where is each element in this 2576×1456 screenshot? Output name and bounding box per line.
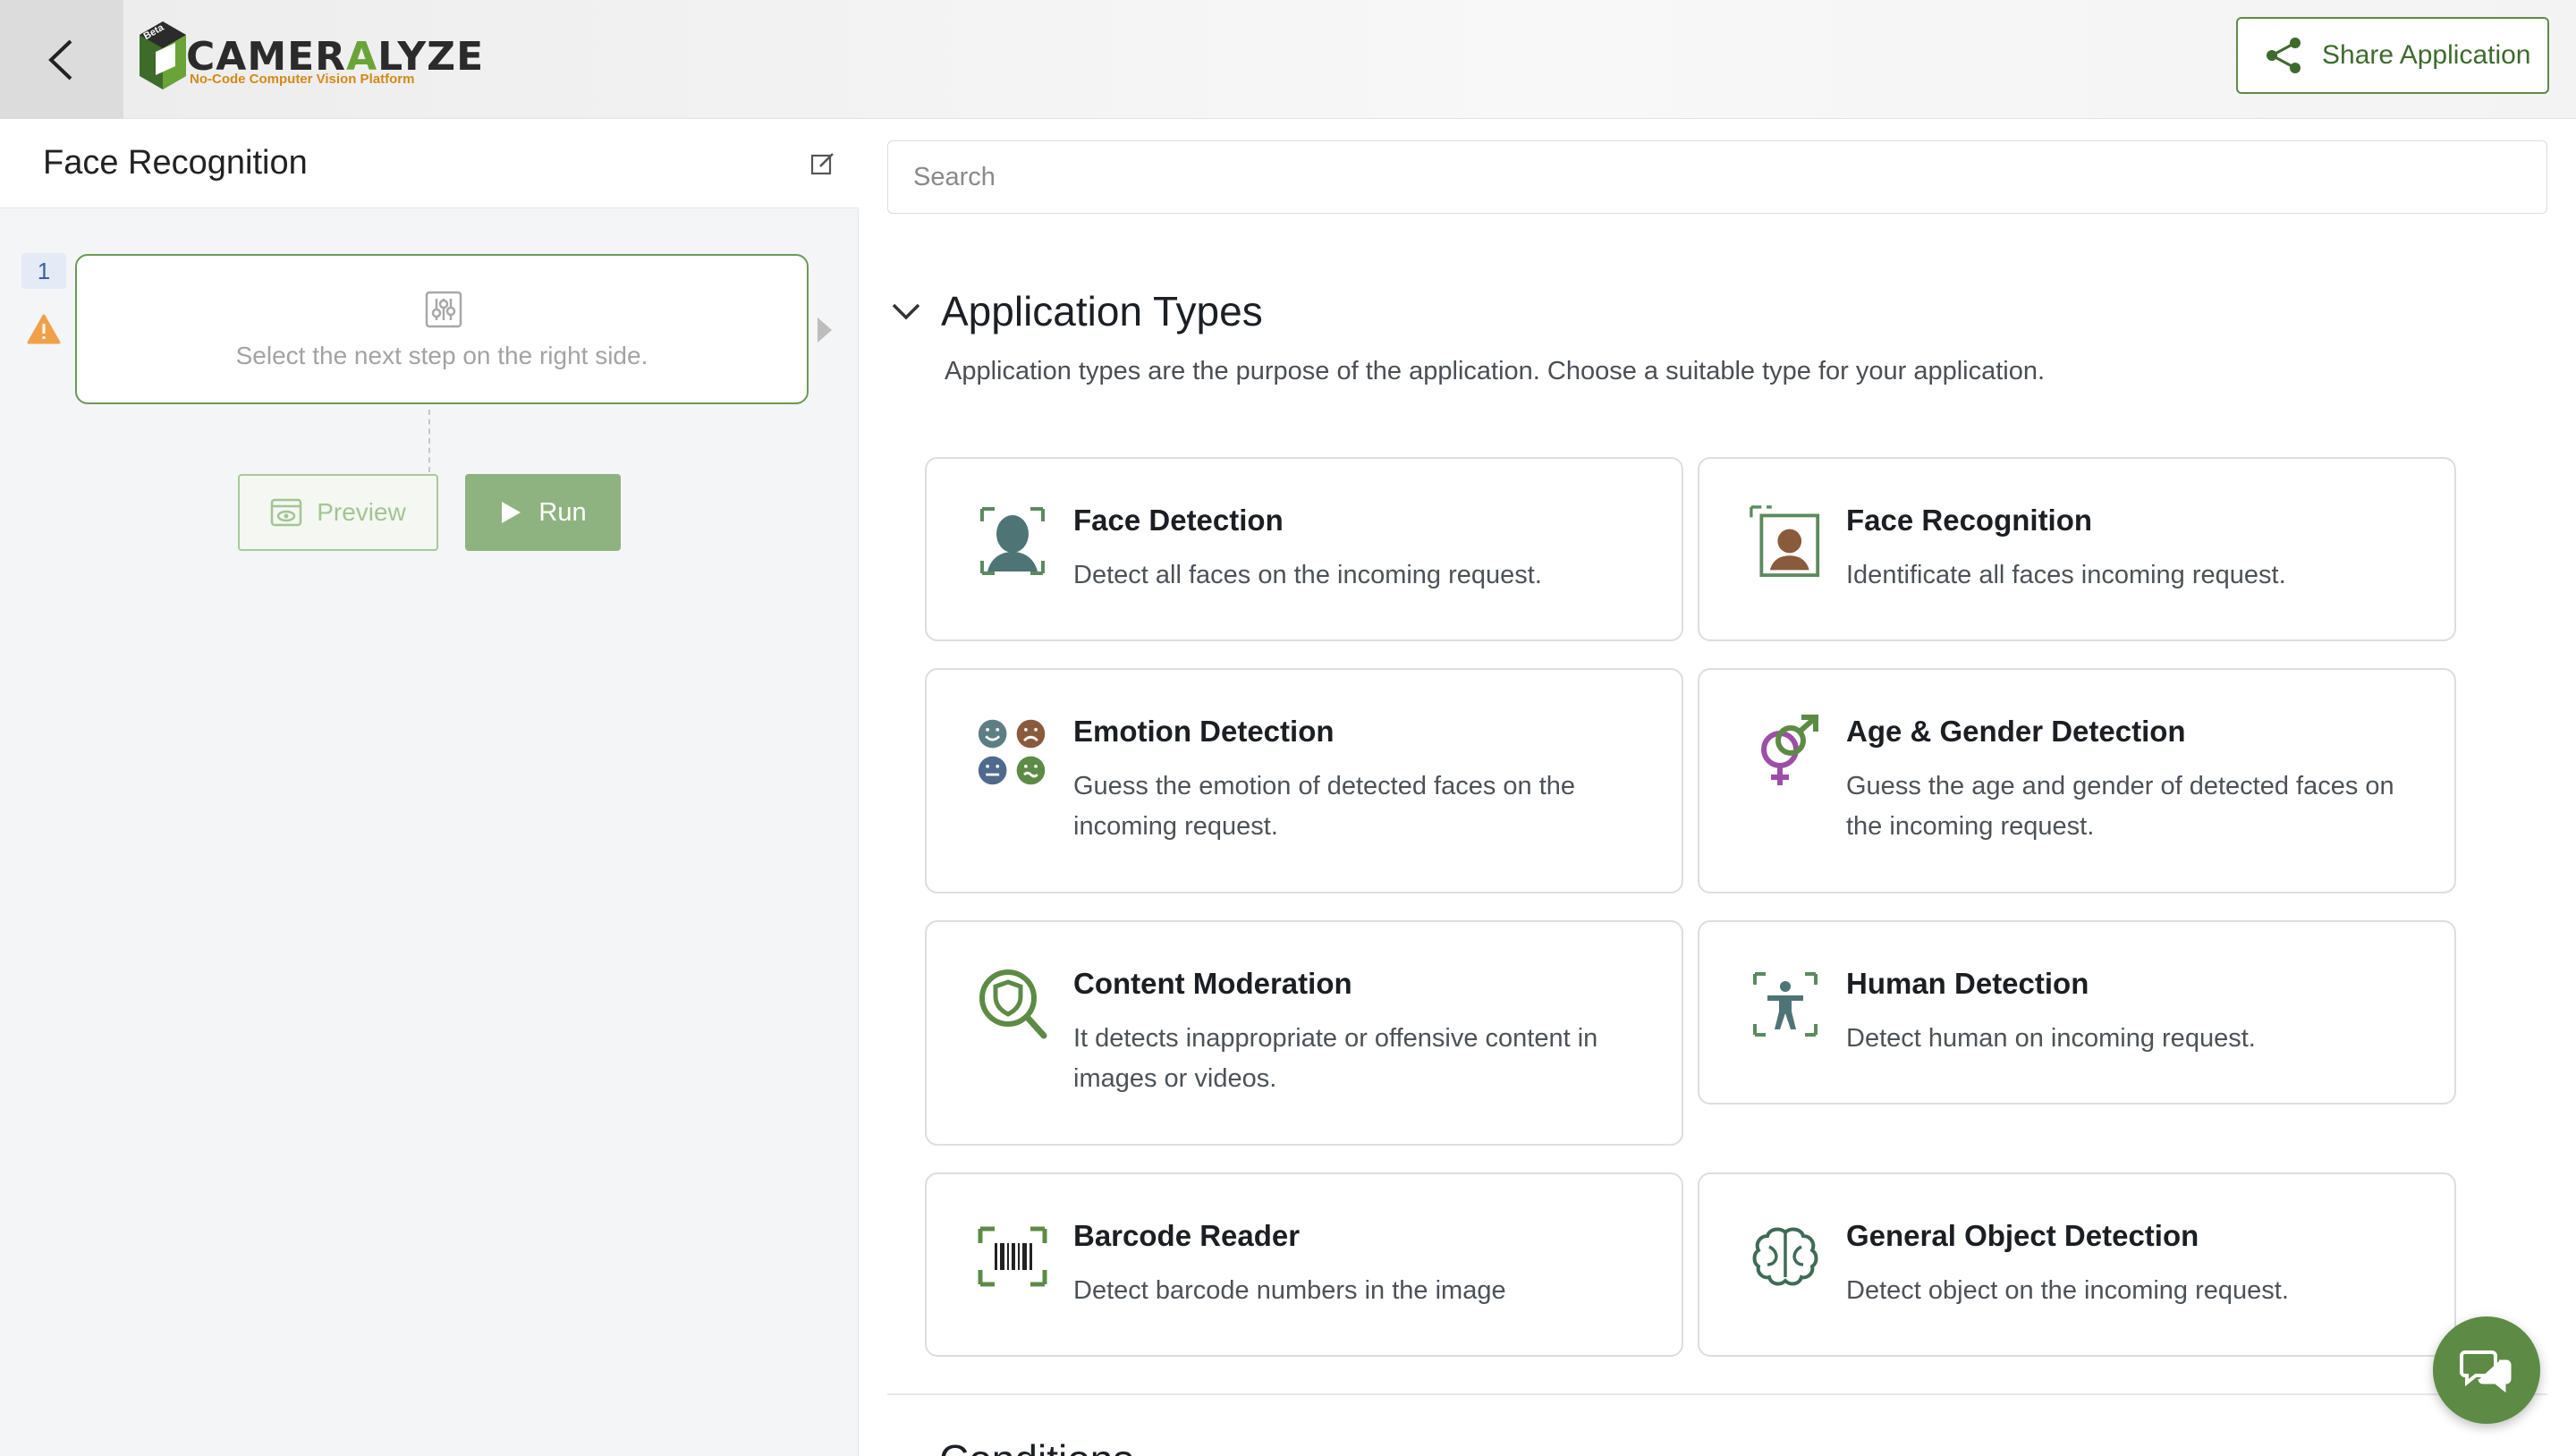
edit-icon [810,152,834,174]
card-description: Identificate all faces incoming request. [1846,561,2286,589]
section-divider [887,1393,2547,1395]
card-description: It detects inappropriate or offensive co… [1073,1024,1598,1093]
top-header: Beta CAMERALYZE No-Code Computer Vision … [0,0,2576,119]
emotion-faces-icon [977,716,1048,788]
preview-label: Preview [317,498,406,526]
card-title: General Object Detection [1846,1219,2199,1252]
chevron-left-icon [48,39,72,80]
human-scan-icon [1750,969,1821,1040]
application-title: Face Recognition [0,119,787,208]
gender-symbol-icon [1750,715,1821,788]
face-id-icon [1750,505,1821,577]
play-icon [502,502,521,523]
card-human-detection[interactable]: Human Detection Detect human on incoming… [1698,920,2456,1105]
card-title: Face Recognition [1846,504,2093,537]
step-placeholder-text: Select the next step on the right side. [235,342,648,369]
section-title: Application Types [941,288,1263,334]
card-title: Content Moderation [1073,967,1352,1000]
card-general-object-detection[interactable]: General Object Detection Detect object o… [1698,1172,2456,1357]
chat-button[interactable] [2433,1316,2540,1424]
section-description: Application types are the purpose of the… [945,357,2046,385]
share-icon [2267,38,2301,73]
card-description: Detect object on the incoming request. [1846,1276,2289,1305]
run-button[interactable]: Run [465,474,621,551]
share-label: Share Application [2322,40,2531,70]
brain-icon [1750,1221,1821,1292]
share-application-button[interactable]: Share Application [2236,17,2549,94]
run-label: Run [538,497,587,527]
preview-eye-icon [270,498,302,527]
chat-bubbles-icon [2460,1350,2512,1393]
settings-sliders-icon [424,290,463,334]
card-face-detection[interactable]: Face Detection Detect all faces on the i… [925,457,1683,641]
application-types-header[interactable]: Application Types [891,287,1263,335]
card-content-moderation[interactable]: Content Moderation It detects inappropri… [925,920,1683,1146]
preview-button[interactable]: Preview [238,474,438,551]
application-types-panel: Application Types Application types are … [859,119,2576,1456]
barcode-icon [977,1221,1048,1292]
pipeline-panel: Face Recognition 1 Select the next step … [0,119,859,1456]
card-title: Face Detection [1073,504,1284,537]
card-description: Detect human on incoming request. [1846,1024,2256,1053]
card-age-gender-detection[interactable]: Age & Gender Detection Guess the age and… [1698,668,2456,893]
back-button[interactable] [0,0,123,119]
card-title: Emotion Detection [1073,715,1335,748]
shield-search-icon [977,969,1048,1040]
card-description: Detect all faces on the incoming request… [1073,561,1542,589]
card-description: Guess the age and gender of detected fac… [1846,772,2394,841]
face-scan-icon [977,505,1048,577]
card-emotion-detection[interactable]: Emotion Detection Guess the emotion of d… [925,668,1683,893]
search-input[interactable] [887,140,2547,214]
card-description: Detect barcode numbers in the image [1073,1276,1506,1305]
empty-step-card[interactable]: Select the next step on the right side. [75,254,809,404]
app-logo[interactable]: Beta CAMERALYZE No-Code Computer Vision … [136,18,483,98]
card-barcode-reader[interactable]: Barcode Reader Detect barcode numbers in… [925,1172,1683,1357]
edit-title-button[interactable] [787,119,859,208]
card-title: Age & Gender Detection [1846,715,2186,748]
step-number-badge: 1 [21,253,66,289]
step-connector [428,410,430,472]
card-title: Human Detection [1846,967,2089,1000]
card-description: Guess the emotion of detected faces on t… [1073,772,1576,841]
card-face-recognition[interactable]: Face Recognition Identificate all faces … [1698,457,2456,641]
card-title: Barcode Reader [1073,1219,1301,1252]
step-arrow-icon [818,317,832,343]
warning-icon [27,314,61,349]
logo-tagline: No-Code Computer Vision Platform [190,72,415,87]
next-section-title[interactable]: Conditions [939,1435,1133,1456]
chevron-down-icon [892,303,920,320]
